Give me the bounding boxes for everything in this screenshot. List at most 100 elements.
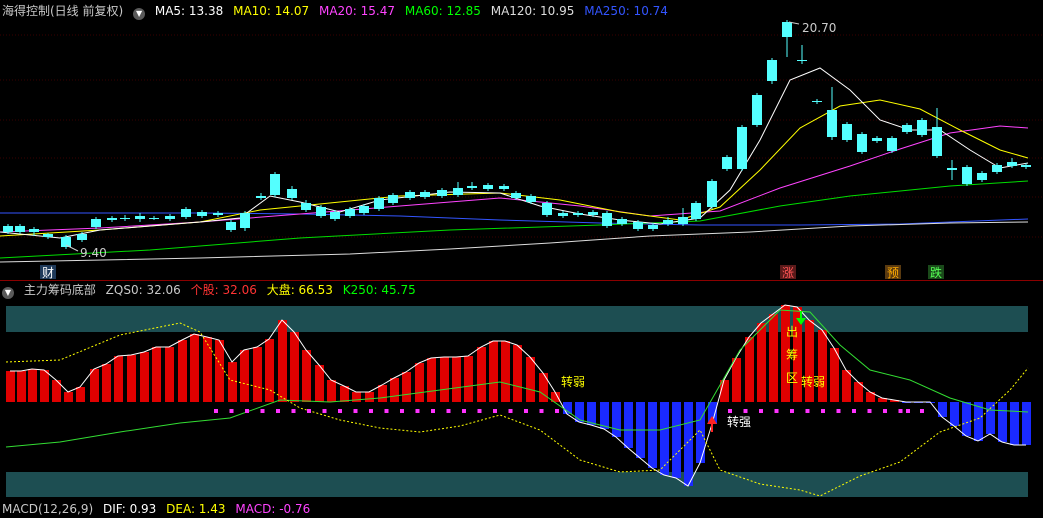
- event-marker-yu[interactable]: 预: [885, 265, 901, 280]
- candle: [767, 58, 777, 84]
- zqs0-label: ZQS0: 32.06: [105, 283, 181, 297]
- candle: [782, 20, 792, 57]
- macd-value-label: MACD: -0.76: [235, 502, 311, 516]
- positive-bar: [757, 323, 766, 402]
- positive-bar: [818, 330, 827, 402]
- candle: [467, 182, 477, 190]
- svg-text:跌: 跌: [930, 265, 942, 280]
- main-gridlines: [0, 34, 1043, 238]
- candle: [91, 217, 101, 229]
- candle: [301, 200, 311, 212]
- signal-dot: [353, 409, 358, 413]
- candle: [345, 207, 355, 218]
- lower-zone-band: [6, 472, 1028, 497]
- event-marker-cai[interactable]: 财: [40, 265, 56, 280]
- chip-indicator-chart[interactable]: 转弱 转弱 转强 出 筹 区: [0, 297, 1043, 497]
- signal-dot: [524, 409, 528, 413]
- candle: [542, 201, 552, 217]
- signal-dot: [852, 409, 856, 413]
- dea-label: DEA: 1.43: [166, 502, 226, 516]
- candle: [872, 136, 882, 143]
- candle: [374, 196, 384, 211]
- positive-bar: [769, 314, 778, 402]
- event-marker-zhang[interactable]: 涨: [780, 265, 796, 280]
- candle: [405, 190, 415, 200]
- signal-dot: [415, 409, 420, 413]
- low-price-marker: 9.40: [65, 244, 107, 260]
- positive-bar: [114, 356, 123, 402]
- negative-bar: [648, 402, 657, 468]
- positive-bar: [390, 378, 399, 402]
- candle: [752, 93, 762, 127]
- positive-bar: [805, 320, 814, 402]
- signal-dot: [462, 409, 466, 413]
- signal-dot: [539, 409, 544, 413]
- positive-bar: [190, 334, 199, 402]
- stock-title: 海得控制(日线 前复权): [2, 4, 124, 18]
- candle: [197, 210, 207, 218]
- negative-bar: [575, 402, 584, 422]
- positive-bar: [102, 364, 111, 402]
- ma5-label: MA5: 13.38: [154, 4, 224, 18]
- positive-bar: [127, 355, 136, 402]
- signal-dot: [307, 409, 311, 413]
- candle: [573, 211, 583, 217]
- exit-chip-label-3: 区: [786, 371, 798, 385]
- negative-bar: [962, 402, 971, 436]
- candlestick-chart[interactable]: 20.70 9.40 财 涨 预 跌: [0, 18, 1043, 280]
- high-price-marker: 20.70: [788, 21, 836, 35]
- negative-bar: [624, 402, 633, 448]
- candle: [316, 205, 326, 218]
- positive-bar: [40, 370, 49, 402]
- positive-bar: [90, 369, 99, 402]
- positive-bar: [278, 320, 287, 402]
- positive-bar: [203, 337, 212, 402]
- candle: [511, 191, 521, 200]
- signal-dot: [446, 409, 451, 413]
- signal-dot: [338, 409, 342, 413]
- svg-text:财: 财: [42, 266, 54, 280]
- candle: [483, 183, 493, 191]
- signal-dot: [790, 409, 794, 413]
- negative-bar: [950, 402, 959, 426]
- ma120-label: MA120: 10.95: [490, 4, 575, 18]
- negative-bar: [1022, 402, 1031, 445]
- positive-bar: [440, 357, 449, 402]
- signal-dot: [883, 409, 887, 413]
- signal-dot: [508, 409, 513, 413]
- signal-dot: [743, 409, 748, 413]
- candle: [602, 211, 612, 228]
- candle: [287, 186, 297, 200]
- candle: [43, 233, 53, 239]
- candle: [887, 136, 897, 153]
- ma250-label: MA250: 10.74: [584, 4, 668, 18]
- positive-bar: [830, 348, 839, 402]
- positive-bar: [152, 347, 161, 402]
- candle: [226, 220, 236, 232]
- signal-dot: [477, 409, 482, 413]
- negative-bar: [587, 402, 596, 425]
- candle: [977, 171, 987, 182]
- positive-bar: [427, 358, 436, 402]
- positive-bar: [452, 357, 461, 402]
- positive-bar: [378, 385, 387, 402]
- macd-title: MACD(12,26,9): [2, 502, 94, 516]
- candle: [135, 213, 145, 222]
- exit-chip-label-1: 出: [786, 325, 798, 339]
- positive-bar: [513, 345, 522, 402]
- candle: [797, 45, 807, 64]
- candle: [857, 132, 867, 154]
- positive-bar: [415, 363, 424, 402]
- positive-bar: [327, 380, 336, 402]
- negative-bar: [998, 402, 1007, 442]
- event-marker-die[interactable]: 跌: [928, 265, 944, 280]
- negative-bar: [563, 402, 572, 414]
- candle: [120, 215, 130, 221]
- candle: [588, 210, 598, 217]
- positive-bar: [340, 386, 349, 402]
- negative-bar: [672, 402, 681, 478]
- weak-signal-label-1: 转弱: [561, 374, 585, 389]
- positive-bar: [265, 339, 274, 402]
- candle: [917, 118, 927, 137]
- signal-dot: [759, 409, 763, 413]
